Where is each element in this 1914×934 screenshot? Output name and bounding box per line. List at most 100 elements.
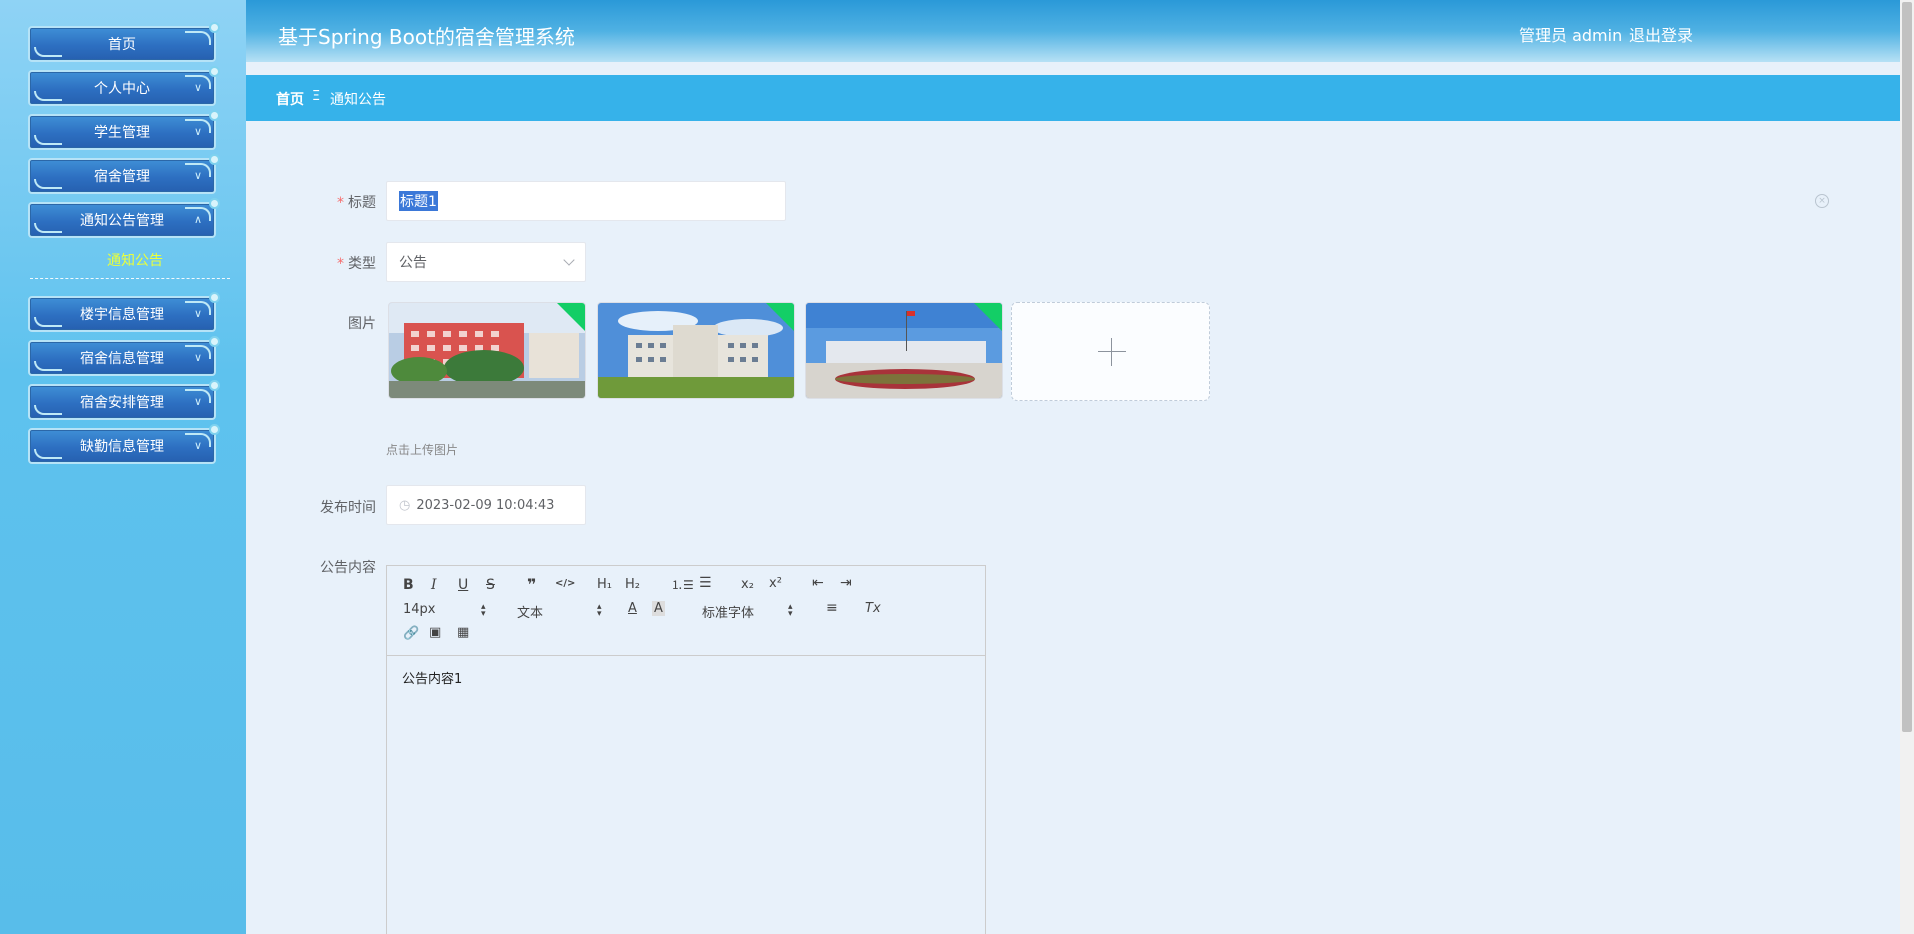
underline-icon[interactable]: U <box>458 577 468 593</box>
type-select[interactable]: 公告 <box>386 242 586 282</box>
sidebar-item-dorms[interactable]: 宿舍管理 ∨ <box>28 154 220 194</box>
bullet-list-icon[interactable]: ☰ <box>699 575 712 591</box>
sidebar-item-notices[interactable]: 通知公告管理 ∧ <box>28 198 220 238</box>
dot-icon <box>209 66 220 77</box>
image-icon[interactable]: ▣ <box>429 625 441 640</box>
sidebar-item-label: 学生管理 <box>94 125 150 141</box>
required-mark: * <box>337 195 344 211</box>
background-color-icon[interactable]: A <box>652 601 665 616</box>
divider <box>30 278 230 279</box>
chevron-down-icon: ∨ <box>193 81 202 94</box>
align-left-icon[interactable]: ≡ <box>826 600 838 616</box>
link-icon[interactable]: 🔗 <box>403 626 419 641</box>
sidebar-item-label: 宿舍安排管理 <box>80 395 164 411</box>
publish-time-value: 2023-02-09 10:04:43 <box>416 497 555 513</box>
upload-success-badge <box>557 303 585 331</box>
sidebar-item-label: 宿舍信息管理 <box>80 351 164 367</box>
chevron-down-icon: ∨ <box>193 169 202 182</box>
strikethrough-icon[interactable]: S <box>486 577 495 593</box>
required-mark: * <box>337 256 344 272</box>
logout-link[interactable]: 退出登录 <box>1629 22 1693 46</box>
editor-content[interactable]: 公告内容1 <box>387 656 985 699</box>
sidebar-item-profile[interactable]: 个人中心 ∨ <box>28 66 220 106</box>
sidebar-item-label: 个人中心 <box>94 81 150 97</box>
uploaded-image[interactable] <box>597 302 795 399</box>
chevron-down-icon: ∨ <box>193 395 202 408</box>
bold-icon[interactable]: B <box>403 577 414 593</box>
dot-icon <box>209 22 220 33</box>
italic-icon[interactable]: I <box>431 577 437 593</box>
sidebar-item-absence[interactable]: 缺勤信息管理 ∨ <box>28 424 220 464</box>
scrollbar-thumb[interactable] <box>1902 2 1912 732</box>
breadcrumb-separator-icon: Ξ <box>312 89 321 104</box>
dot-icon <box>209 424 220 435</box>
dot-icon <box>209 198 220 209</box>
type-select-value: 公告 <box>399 255 427 271</box>
superscript-icon[interactable]: x² <box>769 576 782 591</box>
sidebar-item-label: 首页 <box>108 37 136 53</box>
content-label: 公告内容 <box>320 560 376 576</box>
sidebar-item-buildings[interactable]: 楼宇信息管理 ∨ <box>28 292 220 332</box>
subscript-icon[interactable]: x₂ <box>741 577 754 592</box>
editor-toolbar: B I U S ❞ </> H₁ H₂ ⒈☰ ☰ x₂ x² ⇤ ⇥ 14px … <box>387 566 985 656</box>
clock-icon: ◷ <box>399 497 411 513</box>
dot-icon <box>209 154 220 165</box>
upload-success-badge <box>766 303 794 331</box>
publish-time-input[interactable]: ◷ 2023-02-09 10:04:43 <box>386 485 586 525</box>
chevron-down-icon: ∨ <box>193 351 202 364</box>
sidebar-item-students[interactable]: 学生管理 ∨ <box>28 110 220 150</box>
sidebar-item-home[interactable]: 首页 <box>28 22 220 62</box>
code-icon[interactable]: </> <box>555 578 575 589</box>
breadcrumb: 首页 Ξ 通知公告 <box>246 75 1900 121</box>
font-color-icon[interactable]: A <box>628 601 637 616</box>
sidebar-item-label: 通知公告管理 <box>80 213 164 229</box>
dot-icon <box>209 380 220 391</box>
dot-icon <box>209 336 220 347</box>
close-circle-icon[interactable]: × <box>1815 194 1829 208</box>
plus-icon <box>1098 351 1126 352</box>
sidebar-item-dorm-info[interactable]: 宿舍信息管理 ∨ <box>28 336 220 376</box>
font-family-select[interactable]: 标准字体 ▴ ▾ <box>702 602 802 621</box>
chevron-down-icon: ∨ <box>193 307 202 320</box>
publish-time-label: 发布时间 <box>320 500 376 516</box>
image-label: 图片 <box>348 316 376 332</box>
breadcrumb-home[interactable]: 首页 <box>276 89 304 109</box>
chevron-down-icon <box>563 254 575 266</box>
clear-format-icon[interactable]: Tx <box>865 601 881 616</box>
sidebar-item-label: 楼宇信息管理 <box>80 307 164 323</box>
heading-1-icon[interactable]: H₁ <box>597 577 612 592</box>
user-label: 管理员 admin <box>1519 26 1623 45</box>
upload-success-badge <box>974 303 1002 331</box>
block-type-select[interactable]: 文本 ▴ ▾ <box>517 602 607 621</box>
type-label: * 类型 <box>337 256 376 272</box>
uploaded-image[interactable] <box>805 302 1003 399</box>
title-label: * 标题 <box>337 195 376 211</box>
title-input[interactable]: 标题1 <box>386 181 786 221</box>
sidebar: 首页 个人中心 ∨ 学生管理 ∨ 宿舍管理 ∨ 通知公告管理 ∧ 通知公告 楼宇… <box>0 0 246 934</box>
app-title: 基于Spring Boot的宿舍管理系统 <box>278 25 575 49</box>
font-size-select[interactable]: 14px ▴ ▾ <box>403 602 493 619</box>
sidebar-subitem-notices[interactable]: 通知公告 <box>0 250 270 270</box>
dot-icon <box>209 292 220 303</box>
ordered-list-icon[interactable]: ⒈☰ <box>671 576 694 593</box>
rich-text-editor: B I U S ❞ </> H₁ H₂ ⒈☰ ☰ x₂ x² ⇤ ⇥ 14px … <box>386 565 986 934</box>
heading-2-icon[interactable]: H₂ <box>625 577 640 592</box>
chevron-up-icon: ∧ <box>193 213 202 226</box>
image-upload-button[interactable] <box>1011 302 1210 401</box>
page-scrollbar[interactable] <box>1900 0 1914 934</box>
indent-icon[interactable]: ⇥ <box>840 575 852 591</box>
header: 基于Spring Boot的宿舍管理系统 管理员 admin 退出登录 <box>246 0 1900 62</box>
uploaded-image[interactable] <box>388 302 586 399</box>
chevron-down-icon: ∨ <box>193 439 202 452</box>
video-icon[interactable]: ▦ <box>457 625 469 640</box>
sidebar-item-label: 缺勤信息管理 <box>80 439 164 455</box>
sidebar-item-label: 宿舍管理 <box>94 169 150 185</box>
chevron-down-icon: ∨ <box>193 125 202 138</box>
outdent-icon[interactable]: ⇤ <box>812 575 824 591</box>
sidebar-item-dorm-arrange[interactable]: 宿舍安排管理 ∨ <box>28 380 220 420</box>
blockquote-icon[interactable]: ❞ <box>527 575 536 594</box>
dot-icon <box>209 110 220 121</box>
breadcrumb-current: 通知公告 <box>330 92 386 108</box>
upload-tip: 点击上传图片 <box>386 443 459 457</box>
title-input-value: 标题1 <box>399 191 438 211</box>
